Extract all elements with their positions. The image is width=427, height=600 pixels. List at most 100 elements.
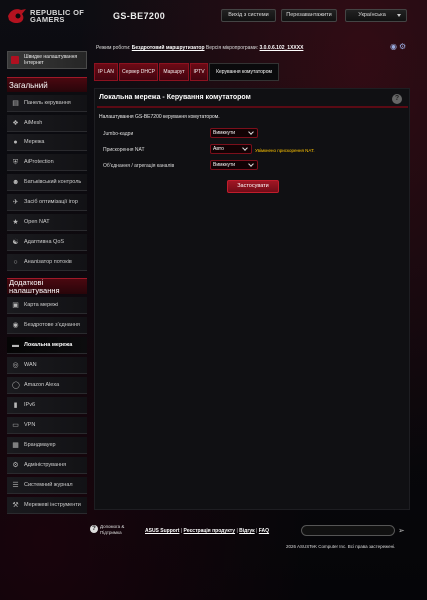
firmware-link[interactable]: 3.0.0.6.102_1XXXX: [259, 45, 303, 51]
sidebar-item-aiprotection[interactable]: ⛨ AiProtection: [7, 154, 87, 171]
globe-icon[interactable]: ◉: [390, 43, 398, 51]
sidebar-item-label: Системний журнал: [24, 482, 73, 488]
jumbo-frames-value: Вимкнути: [213, 130, 236, 136]
ipv6-icon: ▮: [13, 402, 18, 409]
dashboard-icon: ▤: [12, 100, 19, 107]
link-aggregation-select[interactable]: Вимкнути: [210, 160, 258, 170]
shield-icon: ⛨: [12, 159, 19, 166]
sidebar-item-label: Брандмауер: [24, 442, 56, 448]
sidebar-item-aimesh[interactable]: ❖ AiMesh: [7, 115, 87, 132]
firmware-label: Версія мікропрограми:: [205, 45, 259, 51]
brand-name: REPUBLIC OF GAMERS: [30, 9, 84, 24]
quick-setup-icon: [11, 56, 19, 64]
quick-setup-button[interactable]: Швидке налаштування Інтернет: [7, 51, 87, 69]
sidebar-item-label: Мережеві інструменти: [24, 502, 81, 508]
sidebar-item-parental[interactable]: ☻ Батьківський контроль: [7, 174, 87, 191]
tab-switch-control[interactable]: Керування комутатором: [209, 63, 279, 81]
sidebar-item-label: Мережа: [24, 139, 45, 145]
sidebar-item-lan[interactable]: ▬ Локальна мережа: [7, 337, 87, 354]
sidebar-item-label: AiMesh: [24, 120, 43, 126]
content-panel: Локальна мережа - Керування комутатором …: [94, 88, 410, 510]
settings-icon[interactable]: ⚙: [399, 43, 407, 51]
sidebar-item-label: AiProtection: [24, 159, 54, 165]
tab-ip-lan[interactable]: IP LAN: [94, 63, 118, 81]
qos-icon: ☯: [12, 239, 19, 246]
sidebar-item-traffic-analyzer[interactable]: ○ Аналізатор потоків: [7, 254, 87, 271]
sidebar-item-tools[interactable]: ⚒ Мережеві інструменти: [7, 497, 87, 514]
sidebar-item-label: VPN: [24, 422, 36, 428]
sidebar-item-label: Локальна мережа: [24, 342, 73, 348]
chevron-down-icon: [248, 129, 254, 135]
mode-label: Режим роботи:: [96, 45, 131, 51]
support-icon[interactable]: ?: [90, 525, 98, 533]
traffic-analyzer-icon: ○: [13, 259, 18, 266]
sidebar-item-label: Amazon Alexa: [24, 382, 60, 388]
sidebar-item-wan[interactable]: ◎ WAN: [7, 357, 87, 374]
rog-logo-icon: [8, 9, 26, 24]
footer-links: ASUS Support | Реєстрація продукту | Від…: [145, 528, 270, 534]
sidebar-item-label: Адміністрування: [24, 462, 67, 468]
network-map-icon: ▣: [12, 302, 19, 309]
quick-setup-label: Швидке налаштування Інтернет: [24, 54, 78, 66]
page-description: Налаштування GS-BE7200 керування комутат…: [99, 114, 220, 120]
sidebar-item-label: IPv6: [24, 402, 36, 408]
feedback-link[interactable]: Відгук: [239, 528, 255, 534]
sidebar-item-vpn[interactable]: ▭ VPN: [7, 417, 87, 434]
jumbo-frames-select[interactable]: Вимкнути: [210, 128, 258, 138]
sidebar-item-alexa[interactable]: ◯ Amazon Alexa: [7, 377, 87, 394]
sidebar-item-label: Аналізатор потоків: [24, 259, 72, 265]
search-icon[interactable]: ➢: [398, 526, 407, 535]
sidebar-item-network[interactable]: ● Мережа: [7, 134, 87, 151]
tab-iptv[interactable]: IPTV: [190, 63, 208, 81]
tab-route[interactable]: Маршрут: [159, 63, 189, 81]
tools-icon: ⚒: [12, 502, 19, 509]
apply-button[interactable]: Застосувати: [227, 180, 279, 193]
sidebar-item-wireless[interactable]: ◉ Бездротове з'єднання: [7, 317, 87, 334]
help-support-link[interactable]: Допомога & Підтримка: [100, 524, 124, 536]
page-title: Локальна мережа - Керування комутатором: [99, 94, 251, 101]
nat-acceleration-label: Прискорення NAT: [103, 147, 145, 153]
sidebar-item-label: Батьківський контроль: [24, 179, 82, 185]
sidebar-item-label: Бездротове з'єднання: [24, 322, 80, 328]
language-select[interactable]: Українська: [345, 9, 407, 22]
sidebar-item-open-nat[interactable]: ★ Open NAT: [7, 214, 87, 231]
sidebar-item-log[interactable]: ☰ Системний журнал: [7, 477, 87, 494]
search-input[interactable]: [301, 525, 395, 536]
link-aggregation-value: Вимкнути: [213, 162, 236, 168]
sidebar-item-dashboard[interactable]: ▤ Панель керування: [7, 95, 87, 112]
sidebar-item-firewall[interactable]: ▦ Брандмауер: [7, 437, 87, 454]
tab-dhcp-server[interactable]: Сервер DHCP: [119, 63, 158, 81]
status-line: Режим роботи: Бездротовий маршрутизатор …: [96, 45, 303, 51]
help-icon[interactable]: ?: [392, 94, 402, 104]
nat-acceleration-hint: Увімкнено прискорення NAT.: [255, 148, 315, 153]
help-line2: Підтримка: [100, 530, 122, 535]
lan-icon: ▬: [12, 342, 19, 349]
log-icon: ☰: [12, 482, 19, 489]
logout-button[interactable]: Вихід з системи: [221, 9, 276, 22]
game-boost-icon: ✈: [12, 199, 19, 206]
parental-icon: ☻: [12, 179, 20, 186]
footer: ? Допомога & Підтримка ASUS Support | Ре…: [90, 522, 410, 562]
mesh-icon: ❖: [12, 120, 19, 127]
sidebar-item-ipv6[interactable]: ▮ IPv6: [7, 397, 87, 414]
sidebar-item-qos[interactable]: ☯ Адаптивна QoS: [7, 234, 87, 251]
sidebar-item-label: Адаптивна QoS: [24, 239, 65, 245]
sidebar-item-admin[interactable]: ⚙ Адміністрування: [7, 457, 87, 474]
faq-link[interactable]: FAQ: [259, 528, 269, 534]
sidebar-item-label: Open NAT: [24, 219, 50, 225]
alexa-icon: ◯: [12, 382, 20, 389]
sidebar-item-network-map[interactable]: ▣ Карта мережі: [7, 297, 87, 314]
product-registration-link[interactable]: Реєстрація продукту: [184, 528, 236, 534]
reboot-button[interactable]: Перезавантажити: [281, 9, 337, 22]
sidebar-item-game-boost[interactable]: ✈ Засіб оптимізації ігор: [7, 194, 87, 211]
chevron-down-icon: [248, 161, 254, 167]
open-nat-icon: ★: [12, 219, 19, 226]
mode-link[interactable]: Бездротовий маршрутизатор: [132, 45, 205, 51]
nat-acceleration-select[interactable]: Авто: [210, 144, 252, 154]
wan-icon: ◎: [12, 362, 19, 369]
asus-support-link[interactable]: ASUS Support: [145, 528, 179, 534]
advanced-header: Додаткові налаштування: [7, 278, 87, 295]
title-divider: [97, 106, 408, 108]
status-icons: ◉ ⚙: [389, 43, 407, 51]
network-icon: ●: [13, 139, 18, 146]
